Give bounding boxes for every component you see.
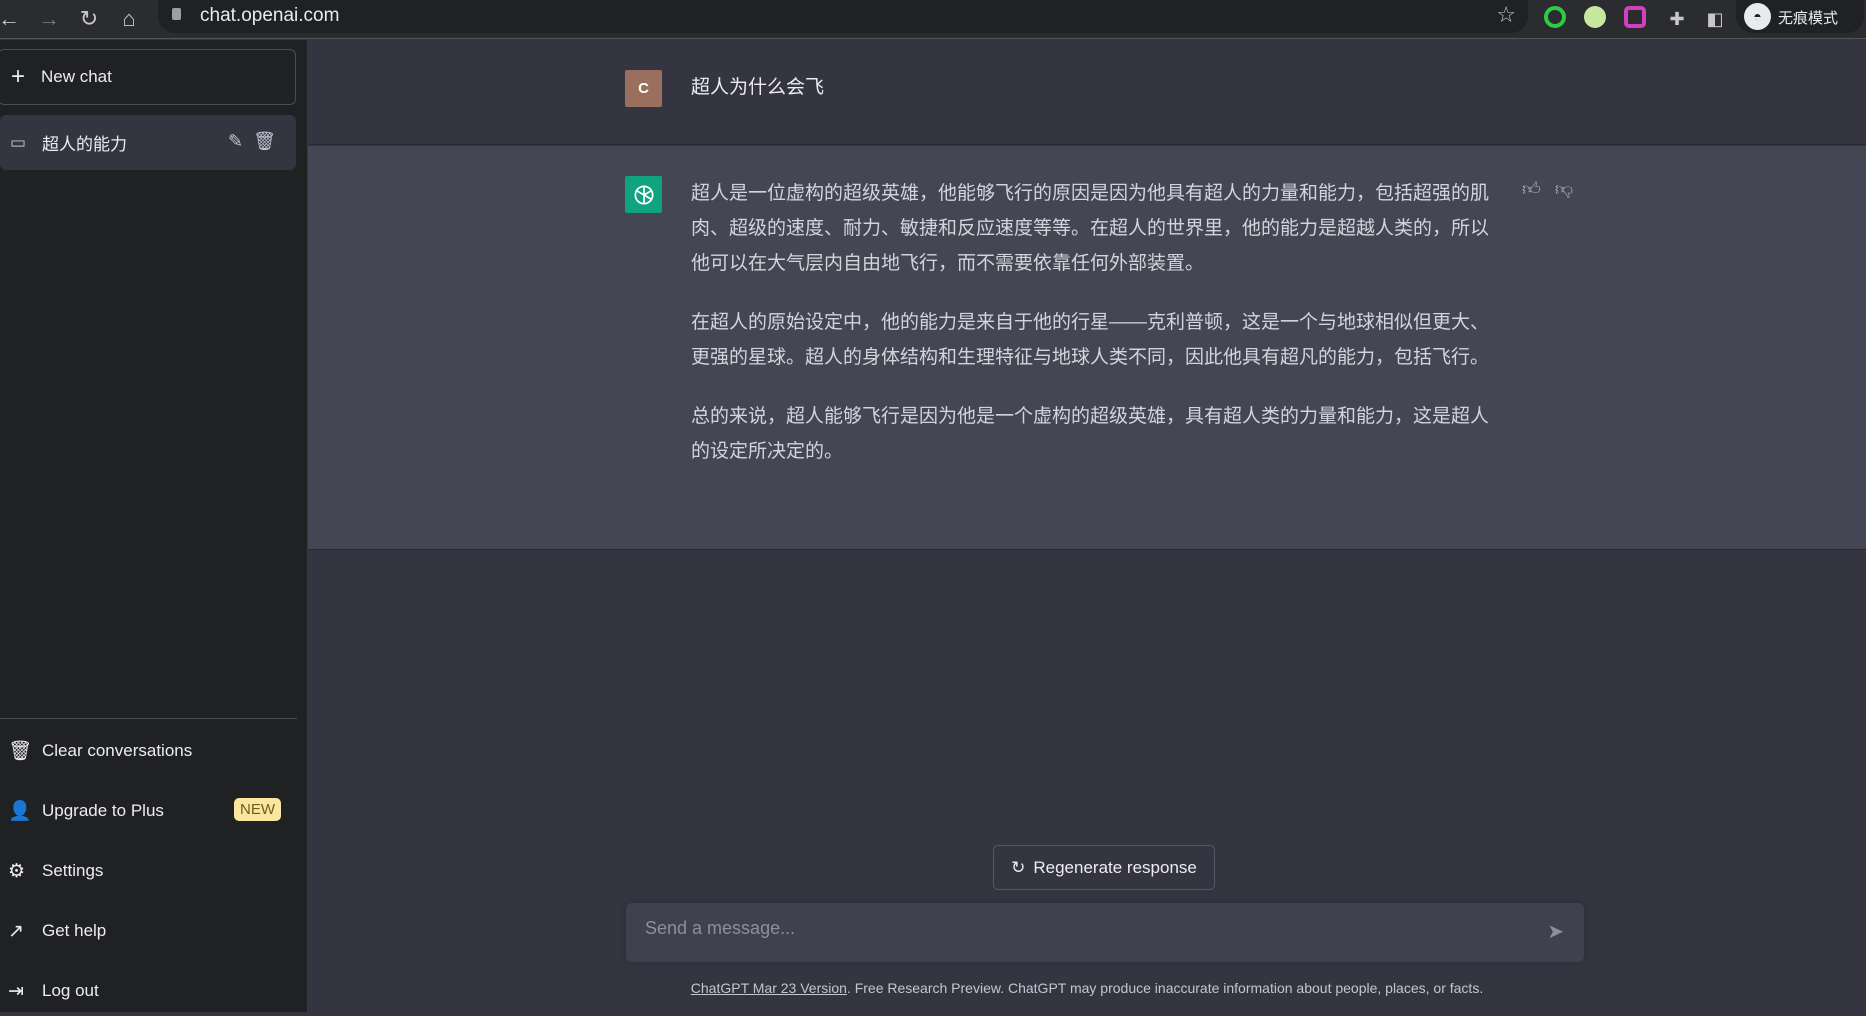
regenerate-label: Regenerate response xyxy=(1033,857,1197,877)
forward-icon[interactable]: → xyxy=(34,4,64,34)
chat-item[interactable]: ▭ 超人的能力 ✎🗑 xyxy=(0,115,296,170)
extension-color-icon[interactable] xyxy=(1624,6,1646,28)
side-panel-icon[interactable]: ◧ xyxy=(1700,4,1730,34)
external-link-icon: ↗ xyxy=(8,920,24,942)
openai-logo-icon xyxy=(625,176,662,213)
menu-label: Settings xyxy=(42,861,104,880)
footer-text: . Free Research Preview. ChatGPT may pro… xyxy=(846,980,1484,996)
settings-button[interactable]: ⚙ Settings xyxy=(0,846,297,896)
new-badge: NEW xyxy=(234,798,281,821)
chat-title: 超人的能力 xyxy=(42,135,127,154)
profile-label: 无痕模式 xyxy=(1778,10,1839,27)
assistant-paragraph: 总的来说，超人能够飞行是因为他是一个虚构的超级英雄，具有超人类的力量和能力，这是… xyxy=(691,406,1490,462)
extensions-puzzle-icon[interactable]: ✚ xyxy=(1662,4,1692,34)
user-message-text: 超人为什么会飞 xyxy=(691,77,825,98)
url-text: chat.openai.com xyxy=(200,5,340,26)
plus-icon: + xyxy=(11,63,26,90)
version-link[interactable]: ChatGPT Mar 23 Version xyxy=(691,980,847,996)
assistant-message: 超人是一位虚构的超级英雄，他能够飞行的原因是因为他具有超人的力量和能力，包括超强… xyxy=(308,146,1866,550)
incognito-profile[interactable]: ◓ 无痕模式 xyxy=(1736,0,1864,33)
regenerate-response-button[interactable]: ↻ Regenerate response xyxy=(993,845,1215,890)
address-bar[interactable]: chat.openai.com ☆ xyxy=(158,0,1528,33)
thumbs-down-icon[interactable]: 👎︎ xyxy=(1555,179,1573,199)
user-icon: 👤 xyxy=(8,801,32,822)
trash-icon: 🗑 xyxy=(8,741,33,762)
incognito-icon: ◓ xyxy=(1744,3,1771,30)
message-input-box: ➤ xyxy=(626,903,1584,962)
reload-icon[interactable]: ↻ xyxy=(74,4,104,34)
user-message: C 超人为什么会飞 xyxy=(308,40,1866,145)
bookmark-star-icon[interactable]: ☆ xyxy=(1496,2,1516,28)
refresh-icon: ↻ xyxy=(1011,857,1026,877)
clear-conversations-button[interactable]: 🗑 Clear conversations xyxy=(0,726,297,776)
browser-toolbar: ← → ↻ ⌂ chat.openai.com ☆ ✚ ◧ ◓ 无痕模式 xyxy=(0,0,1866,39)
send-icon[interactable]: ➤ xyxy=(1547,919,1564,944)
assistant-paragraph: 超人是一位虚构的超级英雄，他能够飞行的原因是因为他具有超人的力量和能力，包括超强… xyxy=(691,183,1490,274)
upgrade-to-plus-button[interactable]: 👤 Upgrade to Plus NEW xyxy=(0,786,297,836)
menu-label: Get help xyxy=(42,921,107,940)
edit-icon[interactable]: ✎ xyxy=(228,131,253,151)
thumbs-up-icon[interactable]: 👍︎ xyxy=(1522,179,1541,199)
home-icon[interactable]: ⌂ xyxy=(114,4,144,34)
trash-icon[interactable]: 🗑 xyxy=(253,131,286,151)
footer: ChatGPT Mar 23 Version. Free Research Pr… xyxy=(0,980,1866,996)
back-icon[interactable]: ← xyxy=(0,4,24,34)
extension-y-icon[interactable] xyxy=(1584,6,1606,28)
divider xyxy=(0,718,297,719)
message-input[interactable] xyxy=(645,918,1525,939)
assistant-paragraph: 在超人的原始设定中，他的能力是来自于他的行星——克利普顿，这是一个与地球相似但更… xyxy=(691,312,1490,368)
lock-icon xyxy=(172,8,181,20)
new-chat-label: New chat xyxy=(41,67,112,86)
get-help-button[interactable]: ↗ Get help xyxy=(0,906,297,956)
user-avatar: C xyxy=(625,70,662,107)
gear-icon: ⚙ xyxy=(8,860,26,882)
menu-label: Upgrade to Plus xyxy=(42,801,164,820)
new-chat-button[interactable]: + New chat xyxy=(0,49,296,105)
extension-green-icon[interactable] xyxy=(1544,6,1566,28)
sidebar: + New chat ▭ 超人的能力 ✎🗑 🗑 Clear conversatio… xyxy=(0,40,307,1012)
menu-label: Clear conversations xyxy=(42,741,193,760)
chat-bubble-icon: ▭ xyxy=(10,132,27,152)
